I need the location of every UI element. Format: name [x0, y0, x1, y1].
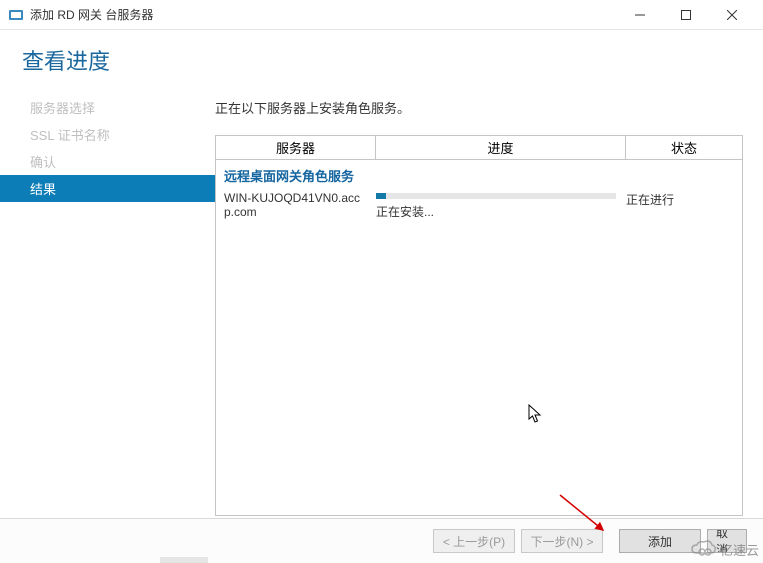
- watermark-text: 亿速云: [720, 540, 759, 559]
- server-name: WIN-KUJOQD41VN0.accp.com: [224, 191, 376, 220]
- maximize-button[interactable]: [663, 0, 709, 30]
- window-title: 添加 RD 网关 台服务器: [30, 6, 617, 23]
- add-button[interactable]: 添加: [619, 529, 701, 553]
- footer: < 上一步(P) 下一步(N) > 添加 取消: [0, 518, 763, 563]
- close-button[interactable]: [709, 0, 755, 30]
- progress-bar: [376, 193, 616, 199]
- watermark: 亿速云: [690, 539, 759, 559]
- progress-bar-fill: [376, 193, 386, 199]
- progress-cell: 正在安装...: [376, 191, 626, 220]
- prev-button: < 上一步(P): [433, 529, 515, 553]
- status-text: 正在进行: [626, 191, 734, 220]
- table-header: 服务器 进度 状态: [216, 136, 742, 160]
- main-area: 服务器选择 SSL 证书名称 确认 结果 正在以下服务器上安装角色服务。 服务器…: [0, 86, 763, 516]
- page-header: 查看进度: [0, 30, 763, 86]
- watermark-logo-icon: [690, 539, 716, 559]
- page-title: 查看进度: [22, 44, 743, 76]
- content-area: 正在以下服务器上安装角色服务。 服务器 进度 状态 远程桌面网关角色服务 WIN…: [215, 86, 763, 516]
- sidebar-item-server-select: 服务器选择: [0, 94, 215, 121]
- group-title: 远程桌面网关角色服务: [216, 160, 742, 189]
- progress-subtext: 正在安装...: [376, 203, 616, 220]
- sidebar-item-confirm: 确认: [0, 148, 215, 175]
- progress-panel: 服务器 进度 状态 远程桌面网关角色服务 WIN-KUJOQD41VN0.acc…: [215, 135, 743, 516]
- sidebar-item-ssl-cert: SSL 证书名称: [0, 121, 215, 148]
- sidebar: 服务器选择 SSL 证书名称 确认 结果: [0, 86, 215, 516]
- col-header-status: 状态: [626, 136, 742, 159]
- partial-bottom-bar: [160, 557, 208, 563]
- col-header-server: 服务器: [216, 136, 376, 159]
- col-header-progress: 进度: [376, 136, 626, 159]
- window-controls: [617, 0, 755, 30]
- next-button: 下一步(N) >: [521, 529, 603, 553]
- table-row: WIN-KUJOQD41VN0.accp.com 正在安装... 正在进行: [216, 189, 742, 220]
- minimize-button[interactable]: [617, 0, 663, 30]
- intro-text: 正在以下服务器上安装角色服务。: [215, 98, 743, 117]
- app-icon: [8, 7, 24, 23]
- titlebar: 添加 RD 网关 台服务器: [0, 0, 763, 30]
- sidebar-item-results[interactable]: 结果: [0, 175, 215, 202]
